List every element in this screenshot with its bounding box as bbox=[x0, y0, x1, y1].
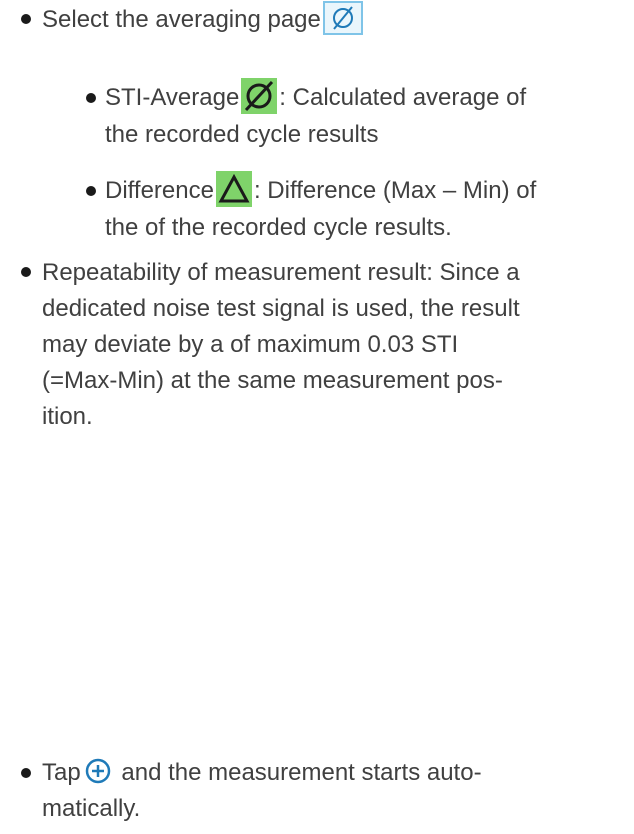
sti-average-desc: : Calculated average of bbox=[279, 84, 527, 111]
bullet-dot bbox=[86, 93, 96, 103]
difference-desc-line2: the of the recorded cycle results. bbox=[105, 213, 452, 241]
bullet-dot bbox=[21, 768, 31, 778]
bullet-dot bbox=[21, 14, 31, 24]
bullet-dot bbox=[21, 267, 31, 277]
tap-desc-line2: matically. bbox=[42, 795, 141, 822]
averaging-page-icon[interactable] bbox=[322, 0, 363, 35]
repeatability-line-2: dedicated noise test signal is used, the… bbox=[42, 295, 520, 322]
sti-average-icon bbox=[241, 77, 278, 114]
repeatability-line-5: ition. bbox=[42, 403, 93, 430]
sti-average-desc-line2: the recorded cycle results bbox=[105, 120, 379, 148]
bullet-dot bbox=[86, 186, 96, 196]
repeatability-line-1: Repeatability of measurement result: Sin… bbox=[42, 259, 520, 286]
repeatability-line-4: (=Max-Min) at the same measurement pos- bbox=[42, 367, 503, 394]
item-text: Select the averaging page bbox=[42, 6, 321, 33]
difference-icon bbox=[215, 170, 252, 207]
add-circle-icon[interactable] bbox=[85, 758, 111, 784]
repeatability-line-3: may deviate by a of maximum 0.03 STI bbox=[42, 331, 459, 358]
difference-label: Difference bbox=[105, 177, 214, 204]
difference-desc: : Difference (Max – Min) of bbox=[253, 177, 537, 204]
tap-desc: and the measurement starts auto- bbox=[114, 759, 482, 786]
tap-label: Tap bbox=[42, 759, 81, 786]
sti-average-label: STI-Average bbox=[105, 84, 240, 111]
